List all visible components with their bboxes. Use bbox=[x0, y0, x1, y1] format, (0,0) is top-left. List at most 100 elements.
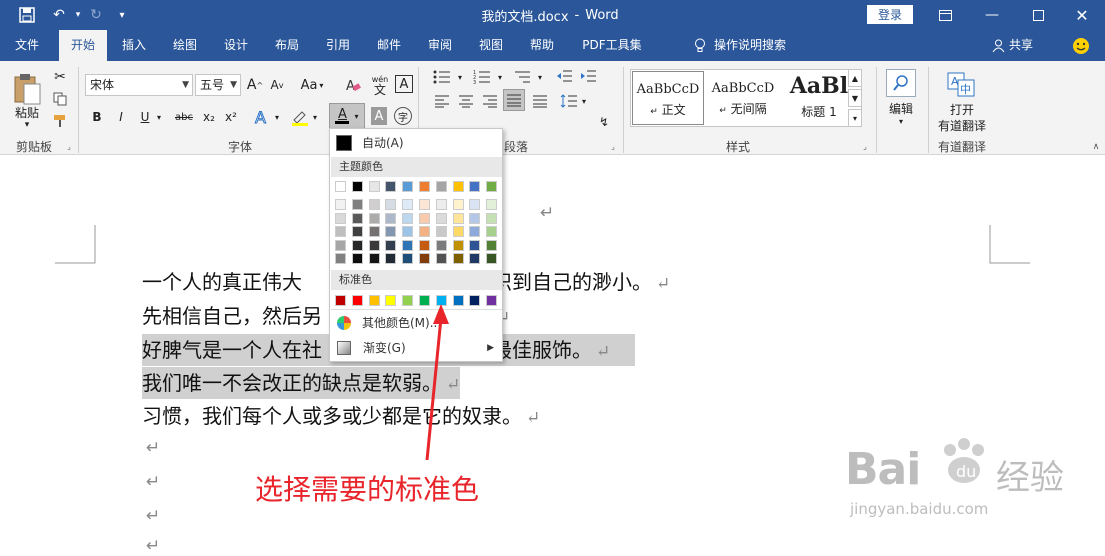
tell-me-search[interactable]: 操作说明搜索 bbox=[694, 30, 814, 61]
tab-design[interactable]: 设计 bbox=[214, 30, 258, 61]
multilevel-list-icon[interactable] bbox=[512, 67, 532, 87]
font-size-select[interactable]: 五号 ▼ bbox=[195, 74, 241, 96]
theme-shade-swatch[interactable] bbox=[435, 226, 447, 237]
theme-color-swatch[interactable] bbox=[368, 181, 380, 192]
theme-color-swatch[interactable] bbox=[419, 181, 430, 192]
styles-launcher-icon[interactable]: ⌟ bbox=[860, 141, 870, 151]
standard-color-swatch[interactable] bbox=[368, 295, 380, 306]
theme-shade-swatch[interactable] bbox=[402, 239, 414, 251]
login-button[interactable]: 登录 bbox=[867, 5, 913, 24]
strikethrough-button[interactable]: abc bbox=[172, 107, 196, 127]
enclose-characters-button[interactable]: 字 bbox=[394, 107, 412, 125]
standard-color-swatch[interactable] bbox=[419, 295, 430, 306]
automatic-color-item[interactable]: 自动(A) bbox=[331, 132, 502, 154]
theme-shade-swatch[interactable] bbox=[469, 226, 481, 237]
theme-shade-swatch[interactable] bbox=[368, 226, 380, 237]
theme-shade-swatch[interactable] bbox=[402, 253, 414, 264]
theme-shade-swatch[interactable] bbox=[385, 199, 397, 210]
standard-color-swatch[interactable] bbox=[469, 295, 481, 306]
bold-button[interactable]: B bbox=[88, 107, 106, 127]
character-border-button[interactable]: A bbox=[395, 75, 413, 93]
theme-color-swatch[interactable] bbox=[486, 181, 498, 192]
asian-layout-icon[interactable]: ↯ bbox=[596, 113, 612, 131]
standard-color-swatch[interactable] bbox=[402, 295, 414, 306]
theme-shade-swatch[interactable] bbox=[486, 212, 498, 224]
style-normal[interactable]: AaBbCcD ↵ 正文 bbox=[632, 71, 704, 125]
tab-layout[interactable]: 布局 bbox=[265, 30, 309, 61]
theme-shade-swatch[interactable] bbox=[419, 226, 430, 237]
cut-icon[interactable]: ✂ bbox=[50, 67, 70, 87]
multilevel-dropdown-icon[interactable]: ▾ bbox=[535, 67, 545, 87]
tab-pdf-tools[interactable]: PDF工具集 bbox=[574, 30, 650, 61]
theme-shade-swatch[interactable] bbox=[419, 239, 430, 251]
theme-shade-swatch[interactable] bbox=[469, 199, 481, 210]
theme-shade-swatch[interactable] bbox=[486, 253, 498, 264]
standard-color-swatch[interactable] bbox=[335, 295, 346, 306]
increase-indent-icon[interactable] bbox=[578, 67, 598, 87]
copy-icon[interactable] bbox=[50, 89, 70, 109]
tab-draw[interactable]: 绘图 bbox=[163, 30, 207, 61]
theme-shade-swatch[interactable] bbox=[335, 212, 346, 224]
ribbon-display-options-icon[interactable] bbox=[932, 0, 958, 30]
theme-color-swatch[interactable] bbox=[351, 181, 363, 192]
theme-color-swatch[interactable] bbox=[469, 181, 481, 192]
theme-shade-swatch[interactable] bbox=[335, 253, 346, 264]
highlight-color-icon[interactable] bbox=[290, 107, 310, 127]
theme-shade-swatch[interactable] bbox=[452, 239, 464, 251]
theme-shade-swatch[interactable] bbox=[486, 199, 498, 210]
theme-shade-swatch[interactable] bbox=[435, 239, 447, 251]
close-icon[interactable]: ✕ bbox=[1062, 0, 1102, 30]
styles-scroll-up-icon[interactable]: ▲ bbox=[848, 69, 862, 87]
theme-shade-swatch[interactable] bbox=[351, 253, 363, 264]
numbering-icon[interactable]: 123 bbox=[472, 67, 492, 87]
numbering-dropdown-icon[interactable]: ▾ bbox=[495, 67, 505, 87]
theme-shade-swatch[interactable] bbox=[351, 199, 363, 210]
theme-shade-swatch[interactable] bbox=[351, 212, 363, 224]
paste-dropdown-icon[interactable]: ▾ bbox=[20, 119, 34, 131]
theme-shade-swatch[interactable] bbox=[385, 239, 397, 251]
shrink-font-icon[interactable]: Av bbox=[268, 75, 286, 95]
doc-line-4[interactable]: 我们唯一不会改正的缺点是软弱。 ↵ bbox=[142, 367, 461, 399]
standard-color-swatch[interactable] bbox=[385, 295, 397, 306]
text-effects-icon[interactable]: A bbox=[252, 107, 272, 127]
line-spacing-icon[interactable] bbox=[559, 91, 579, 111]
bullets-icon[interactable] bbox=[432, 67, 452, 87]
align-left-icon[interactable] bbox=[432, 91, 452, 111]
theme-shade-swatch[interactable] bbox=[402, 199, 414, 210]
open-translate-label[interactable]: 打开 bbox=[936, 101, 988, 117]
more-colors-item[interactable]: 其他颜色(M)... bbox=[331, 312, 502, 334]
format-painter-icon[interactable] bbox=[50, 111, 70, 131]
justify-icon[interactable] bbox=[503, 89, 525, 111]
theme-shade-swatch[interactable] bbox=[335, 239, 346, 251]
phonetic-guide-button[interactable]: wén 文 bbox=[370, 73, 390, 97]
theme-color-swatch[interactable] bbox=[402, 181, 414, 192]
grow-font-icon[interactable]: A ^ bbox=[246, 75, 264, 95]
theme-shade-swatch[interactable] bbox=[435, 199, 447, 210]
line-spacing-dropdown-icon[interactable]: ▾ bbox=[579, 91, 589, 111]
theme-shade-swatch[interactable] bbox=[452, 199, 464, 210]
underline-dropdown-icon[interactable]: ▾ bbox=[154, 107, 164, 127]
font-color-button[interactable]: A ▾ bbox=[329, 103, 365, 129]
theme-shade-swatch[interactable] bbox=[351, 226, 363, 237]
theme-color-swatch[interactable] bbox=[335, 181, 346, 192]
save-icon[interactable] bbox=[14, 0, 40, 30]
theme-shade-swatch[interactable] bbox=[402, 226, 414, 237]
theme-shade-swatch[interactable] bbox=[335, 199, 346, 210]
theme-color-swatch[interactable] bbox=[385, 181, 397, 192]
theme-shade-swatch[interactable] bbox=[368, 199, 380, 210]
underline-button[interactable]: U bbox=[136, 107, 154, 127]
theme-shade-swatch[interactable] bbox=[419, 212, 430, 224]
subscript-button[interactable]: x₂ bbox=[200, 107, 218, 127]
theme-shade-swatch[interactable] bbox=[385, 212, 397, 224]
theme-shade-swatch[interactable] bbox=[385, 226, 397, 237]
tab-file[interactable]: 文件 bbox=[0, 30, 54, 61]
superscript-button[interactable]: x² bbox=[222, 107, 240, 127]
theme-shade-swatch[interactable] bbox=[368, 253, 380, 264]
paragraph-launcher-icon[interactable]: ⌟ bbox=[608, 141, 618, 151]
theme-shade-swatch[interactable] bbox=[452, 226, 464, 237]
share-button[interactable]: 共享 bbox=[992, 30, 1042, 61]
styles-scroll-down-icon[interactable]: ▼ bbox=[848, 89, 862, 107]
theme-shade-swatch[interactable] bbox=[486, 226, 498, 237]
tab-help[interactable]: 帮助 bbox=[520, 30, 564, 61]
clear-formatting-icon[interactable]: A bbox=[344, 75, 362, 95]
